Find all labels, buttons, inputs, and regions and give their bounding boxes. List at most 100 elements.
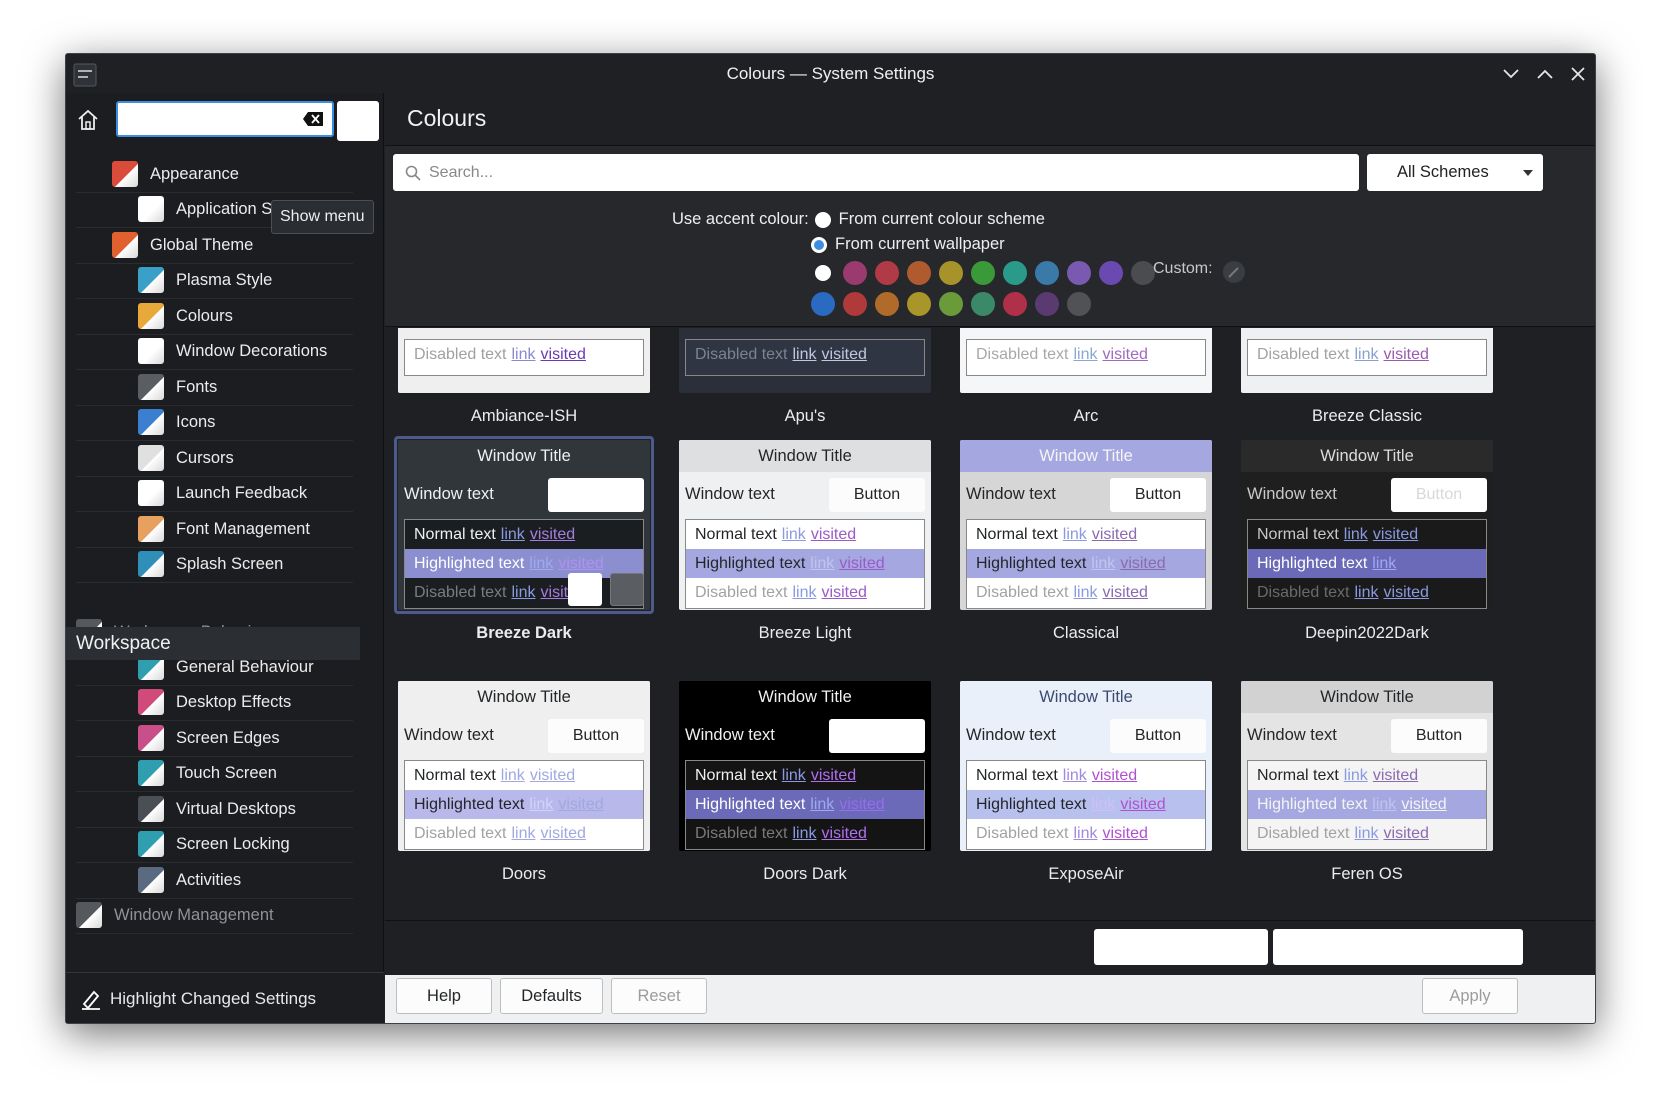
sample-button: Button xyxy=(1391,719,1487,753)
accent-swatch[interactable] xyxy=(811,292,835,316)
sample-button: Button xyxy=(829,478,925,512)
sidebar-item-icon xyxy=(138,374,164,400)
sample-link: link xyxy=(1073,584,1098,601)
scheme-preview-feren-os[interactable]: Window Title Window text Button Normal text… xyxy=(1241,681,1493,851)
scheme-preview-ambiance-ish[interactable]: Disabled text link visited xyxy=(398,328,650,393)
sample-link: link xyxy=(511,346,536,363)
scheme-preview-arc[interactable]: Disabled text link visited xyxy=(960,328,1212,393)
minimize-icon[interactable] xyxy=(1498,62,1524,86)
clear-text-icon[interactable] xyxy=(302,111,324,127)
sidebar-menu-button[interactable] xyxy=(337,101,379,141)
accent-swatch[interactable] xyxy=(1131,261,1155,285)
highlight-changed-settings-button[interactable]: Highlight Changed Settings xyxy=(66,972,384,1023)
eyedropper-icon[interactable] xyxy=(1223,261,1245,283)
accent-swatch[interactable] xyxy=(815,265,831,281)
accent-swatch[interactable] xyxy=(907,292,931,316)
sample-link: link xyxy=(1073,825,1098,842)
accent-swatch[interactable] xyxy=(875,292,899,316)
sidebar-item-touch-screen[interactable]: Touch Screen xyxy=(76,755,353,792)
sample-visited: visited xyxy=(1120,796,1166,813)
accent-swatch[interactable] xyxy=(971,292,995,316)
scheme-preview-exposeair[interactable]: Window Title Window text Button Normal text… xyxy=(960,681,1212,851)
sample-normal-text: Normal text xyxy=(1257,526,1339,543)
sidebar-item-screen-edges[interactable]: Screen Edges xyxy=(76,720,353,757)
sample-window-title: Window Title xyxy=(960,440,1212,472)
sidebar-item-plasma-style[interactable]: Plasma Style xyxy=(76,262,353,299)
accent-swatch[interactable] xyxy=(1099,261,1123,285)
home-icon[interactable] xyxy=(76,108,100,132)
install-from-file-button[interactable] xyxy=(1094,929,1268,965)
sidebar-item-icons[interactable]: Icons xyxy=(76,404,353,441)
sidebar-item-launch-feedback[interactable]: Launch Feedback xyxy=(76,475,353,512)
sample-highlighted-line: Highlighted text link visited xyxy=(967,790,1205,819)
scheme-preview-classical[interactable]: Window Title Window text Button Normal text… xyxy=(960,440,1212,610)
sample-button: Button xyxy=(1110,478,1206,512)
accent-swatch[interactable] xyxy=(1035,261,1059,285)
sidebar-item-icon xyxy=(76,902,102,928)
scheme-preview-breeze-light[interactable]: Window Title Window text Button Normal text… xyxy=(679,440,931,610)
sidebar-item-font-management[interactable]: Font Management xyxy=(76,511,353,548)
sidebar: Appearance Application Style Global Theme P… xyxy=(66,93,384,1023)
sidebar-item-appearance[interactable]: Appearance xyxy=(76,156,353,193)
sidebar-item-fonts[interactable]: Fonts xyxy=(76,369,353,406)
sidebar-item-window-management[interactable]: Window Management xyxy=(76,897,353,934)
sample-window-title: Window Title xyxy=(679,681,931,713)
sample-window-text: Window text xyxy=(404,726,494,744)
radio-from-scheme-label[interactable]: From current colour scheme xyxy=(839,210,1045,229)
sidebar-item-virtual-desktops[interactable]: Virtual Desktops xyxy=(76,791,353,828)
delete-scheme-button[interactable] xyxy=(610,573,644,606)
accent-swatch[interactable] xyxy=(939,261,963,285)
accent-swatch[interactable] xyxy=(971,261,995,285)
sample-disabled-text: Disabled text xyxy=(1257,584,1350,601)
edit-scheme-button[interactable] xyxy=(568,573,602,606)
sidebar-item-desktop-effects[interactable]: Desktop Effects xyxy=(76,684,353,721)
sample-link: link xyxy=(500,767,525,784)
radio-from-wallpaper-label[interactable]: From current wallpaper xyxy=(835,235,1005,254)
radio-from-wallpaper[interactable] xyxy=(811,236,827,253)
sample-window-title: Window Title xyxy=(398,681,650,713)
scheme-preview-breeze-classic[interactable]: Disabled text link visited xyxy=(1241,328,1493,393)
get-new-schemes-button[interactable] xyxy=(1273,929,1523,965)
accent-swatch[interactable] xyxy=(843,292,867,316)
scheme-preview-deepin2022dark[interactable]: Window Title Window text Button Normal text… xyxy=(1241,440,1493,610)
sidebar-item-icon xyxy=(138,338,164,364)
maximize-icon[interactable] xyxy=(1532,62,1558,86)
sidebar-item-cursors[interactable]: Cursors xyxy=(76,440,353,477)
sample-button: Button xyxy=(1110,719,1206,753)
apply-button[interactable]: Apply xyxy=(1422,978,1518,1014)
scheme-preview-apu-s[interactable]: Disabled text link visited xyxy=(679,328,931,393)
accent-swatch[interactable] xyxy=(939,292,963,316)
sample-visited: visited xyxy=(1102,825,1148,842)
accent-swatch[interactable] xyxy=(875,261,899,285)
sidebar-item-splash-screen[interactable]: Splash Screen xyxy=(76,546,353,583)
help-button[interactable]: Help xyxy=(396,978,492,1014)
sample-visited: visited xyxy=(1102,584,1148,601)
sample-visited: visited xyxy=(1091,526,1138,543)
reset-button[interactable]: Reset xyxy=(611,978,707,1014)
accent-swatch[interactable] xyxy=(1067,292,1091,316)
sidebar-item-activities[interactable]: Activities xyxy=(76,862,353,899)
defaults-button[interactable]: Defaults xyxy=(500,978,603,1014)
accent-swatch[interactable] xyxy=(1067,261,1091,285)
radio-from-scheme[interactable] xyxy=(814,211,831,228)
close-icon[interactable] xyxy=(1565,62,1591,86)
scheme-filter-select[interactable]: All Schemes xyxy=(1367,154,1543,191)
sidebar-item-colours[interactable]: Colours xyxy=(76,298,353,335)
sidebar-item-label: Launch Feedback xyxy=(176,483,308,502)
scheme-preview-doors[interactable]: Window Title Window text Button Normal text… xyxy=(398,681,650,851)
accent-swatch[interactable] xyxy=(1003,261,1027,285)
scheme-search-input[interactable]: Search... xyxy=(393,154,1359,191)
accent-swatch[interactable] xyxy=(1035,292,1059,316)
sample-list: Normal text link visited Highlighted text li… xyxy=(1247,519,1487,609)
scheme-preview-doors-dark[interactable]: Window Title Window text Button Normal text… xyxy=(679,681,931,851)
sidebar-item-icon xyxy=(138,796,164,822)
sidebar-item-screen-locking[interactable]: Screen Locking xyxy=(76,826,353,863)
sample-highlighted-text: Highlighted text xyxy=(695,796,806,813)
accent-swatch[interactable] xyxy=(1003,292,1027,316)
sample-normal-text: Normal text xyxy=(976,526,1058,543)
sample-list: Normal text link visited Highlighted text li… xyxy=(966,519,1206,609)
sidebar-item-window-decorations[interactable]: Window Decorations xyxy=(76,333,353,370)
accent-swatch[interactable] xyxy=(907,261,931,285)
accent-swatch[interactable] xyxy=(843,261,867,285)
sidebar-item-icon xyxy=(138,725,164,751)
